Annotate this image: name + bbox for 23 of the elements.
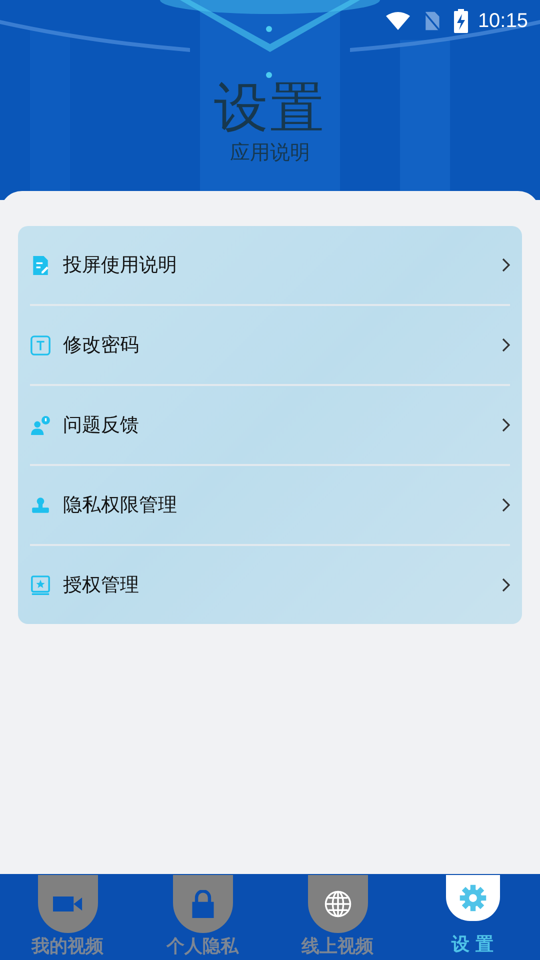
menu-item[interactable]: 修改密码 bbox=[30, 306, 510, 384]
page-subtitle: 应用说明 bbox=[230, 140, 310, 164]
chevron-right-icon bbox=[502, 418, 510, 432]
menu-item[interactable]: 隐私权限管理 bbox=[30, 466, 510, 544]
menu-item[interactable]: 投屏使用说明 bbox=[30, 226, 510, 304]
text-frame-icon bbox=[30, 334, 51, 356]
page-title: 设置 bbox=[214, 78, 326, 138]
chevron-right-icon bbox=[502, 578, 510, 592]
chevron-right-icon bbox=[502, 498, 510, 512]
chevron-right-icon bbox=[502, 338, 510, 352]
gear-icon bbox=[458, 884, 488, 912]
document-icon bbox=[30, 254, 51, 276]
status-time: 10:15 bbox=[478, 10, 528, 32]
battery-charging-icon bbox=[454, 9, 468, 33]
menu-item[interactable]: 授权管理 bbox=[30, 546, 510, 624]
tab[interactable]: 设 置 bbox=[405, 875, 540, 960]
globe-icon bbox=[322, 890, 352, 918]
people-icon bbox=[30, 414, 51, 436]
chevron-right-icon bbox=[502, 258, 510, 272]
menu-item[interactable]: 问题反馈 bbox=[30, 386, 510, 464]
wifi-icon bbox=[386, 11, 410, 31]
star-book-icon bbox=[30, 574, 51, 596]
stamp-icon bbox=[30, 494, 51, 516]
